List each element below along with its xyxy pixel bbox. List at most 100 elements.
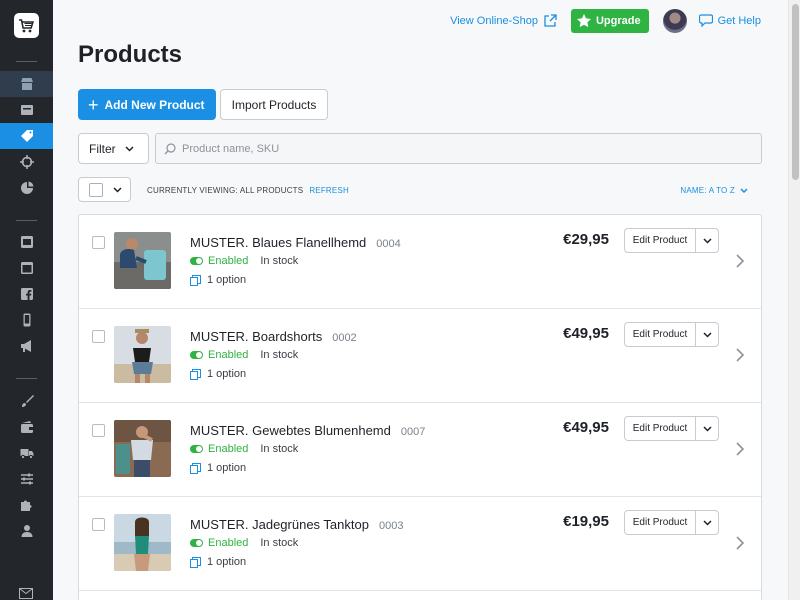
edit-product-dropdown[interactable]: [696, 511, 718, 534]
edit-product-button[interactable]: Edit Product: [625, 323, 696, 346]
sidebar-item-website[interactable]: [0, 229, 53, 255]
sidebar: [0, 0, 53, 600]
import-products-label: Import Products: [231, 97, 317, 112]
product-row[interactable]: MUSTER. Jadegrünes Tanktop 0003 Enabled I…: [79, 497, 761, 591]
sidebar-item-advertising[interactable]: [0, 333, 53, 359]
sidebar-item-mobile[interactable]: [0, 307, 53, 333]
product-price: €49,95: [563, 325, 609, 342]
product-name-line: MUSTER. Jadegrünes Tanktop 0003: [190, 517, 403, 532]
cart-logo-icon[interactable]: [14, 13, 39, 38]
row-checkbox[interactable]: [92, 424, 105, 437]
product-row[interactable]: MUSTER. Blaues Flanellhemd 0004 Enabled I…: [79, 215, 761, 309]
product-row[interactable]: MUSTER. Gewebtes Blumenhemd 0007 Enabled …: [79, 403, 761, 497]
sidebar-item-marketing[interactable]: [0, 149, 53, 175]
view-online-shop-link[interactable]: View Online-Shop: [450, 13, 557, 28]
product-options[interactable]: 1 option: [190, 368, 246, 380]
enabled-toggle[interactable]: Enabled: [190, 537, 248, 549]
enabled-toggle[interactable]: Enabled: [190, 255, 248, 267]
upgrade-button[interactable]: Upgrade: [570, 8, 649, 33]
plus-icon: +: [88, 94, 99, 115]
toggle-icon: [190, 445, 203, 453]
bulk-select-dropdown[interactable]: [78, 177, 131, 202]
stock-status: In stock: [260, 537, 299, 549]
sidebar-item-design[interactable]: [0, 388, 53, 414]
sidebar-item-apps[interactable]: [0, 492, 53, 518]
chevron-right-icon[interactable]: [736, 254, 744, 268]
product-name[interactable]: MUSTER. Gewebtes Blumenhemd: [190, 423, 391, 438]
edit-product-split-button: Edit Product: [624, 228, 719, 253]
search-input[interactable]: [182, 142, 742, 155]
sidebar-item-settings[interactable]: [0, 466, 53, 492]
import-products-button[interactable]: Import Products: [220, 89, 328, 120]
chevron-down-icon: [702, 425, 712, 432]
page-title: Products: [78, 41, 183, 68]
product-name[interactable]: MUSTER. Jadegrünes Tanktop: [190, 517, 369, 532]
chat-bubble-icon: [698, 14, 713, 27]
scrollbar-thumb[interactable]: [792, 4, 799, 180]
product-thumbnail[interactable]: [114, 420, 171, 477]
wallet-icon: [20, 421, 33, 433]
add-new-product-label: Add New Product: [104, 97, 205, 112]
edit-product-dropdown[interactable]: [696, 417, 718, 440]
mail-icon: [19, 588, 33, 599]
truck-icon: [20, 449, 33, 460]
product-thumbnail[interactable]: [114, 514, 171, 571]
edit-product-button[interactable]: Edit Product: [625, 511, 696, 534]
product-list: MUSTER. Blaues Flanellhemd 0004 Enabled I…: [78, 214, 762, 600]
puzzle-icon: [20, 500, 31, 511]
sidebar-item-store[interactable]: [0, 71, 53, 97]
sidebar-divider: [16, 220, 37, 221]
select-all-checkbox[interactable]: [89, 182, 103, 197]
product-name[interactable]: MUSTER. Blaues Flanellhemd: [190, 235, 366, 250]
sidebar-item-messages[interactable]: [19, 586, 33, 600]
row-checkbox[interactable]: [92, 236, 105, 249]
pie-chart-icon: [20, 181, 33, 194]
sidebar-item-products[interactable]: [0, 123, 53, 149]
viewing-label: CURRENTLY VIEWING: ALL PRODUCTS: [147, 186, 304, 195]
edit-product-button[interactable]: Edit Product: [625, 417, 696, 440]
sidebar-item-facebook[interactable]: [0, 281, 53, 307]
refresh-link[interactable]: REFRESH: [309, 186, 349, 195]
filter-label: Filter: [89, 141, 116, 156]
product-price: €29,95: [563, 231, 609, 248]
edit-product-button[interactable]: Edit Product: [625, 229, 696, 252]
row-checkbox[interactable]: [92, 330, 105, 343]
product-name[interactable]: MUSTER. Boardshorts: [190, 329, 322, 344]
page-scrollbar[interactable]: [788, 0, 800, 600]
get-help-link[interactable]: Get Help: [698, 14, 761, 27]
product-status: Enabled In stock: [190, 537, 298, 549]
megaphone-icon: [20, 340, 31, 352]
view-online-shop-label: View Online-Shop: [450, 14, 538, 27]
product-row[interactable]: MUSTER. Boardshorts 0002 Enabled In stock…: [79, 309, 761, 403]
product-options[interactable]: 1 option: [190, 274, 246, 286]
sidebar-item-payment[interactable]: [0, 414, 53, 440]
product-options[interactable]: 1 option: [190, 556, 246, 568]
sidebar-item-instant-site[interactable]: [0, 255, 53, 281]
edit-product-split-button: Edit Product: [624, 416, 719, 441]
enabled-toggle[interactable]: Enabled: [190, 443, 248, 455]
chevron-right-icon[interactable]: [736, 348, 744, 362]
product-sku: 0002: [332, 332, 357, 344]
sidebar-item-orders[interactable]: [0, 97, 53, 123]
avatar[interactable]: [662, 8, 687, 33]
product-thumbnail[interactable]: [114, 326, 171, 383]
product-name-line: MUSTER. Gewebtes Blumenhemd 0007: [190, 423, 425, 438]
row-checkbox[interactable]: [92, 518, 105, 531]
toggle-icon: [190, 257, 203, 265]
sidebar-item-reports[interactable]: [0, 175, 53, 201]
chevron-right-icon[interactable]: [736, 442, 744, 456]
sort-dropdown[interactable]: NAME: A TO Z: [680, 186, 748, 195]
sidebar-item-account[interactable]: [0, 518, 53, 544]
sidebar-item-shipping[interactable]: [0, 440, 53, 466]
enabled-label: Enabled: [208, 349, 249, 361]
stock-status: In stock: [260, 443, 299, 455]
chevron-right-icon[interactable]: [736, 536, 744, 550]
product-options[interactable]: 1 option: [190, 462, 246, 474]
enabled-toggle[interactable]: Enabled: [190, 349, 248, 361]
edit-product-dropdown[interactable]: [696, 323, 718, 346]
copy-icon: [190, 556, 201, 568]
filter-button[interactable]: Filter: [78, 133, 149, 164]
product-thumbnail[interactable]: [114, 232, 171, 289]
add-new-product-button[interactable]: + Add New Product: [78, 89, 216, 120]
edit-product-dropdown[interactable]: [696, 229, 718, 252]
